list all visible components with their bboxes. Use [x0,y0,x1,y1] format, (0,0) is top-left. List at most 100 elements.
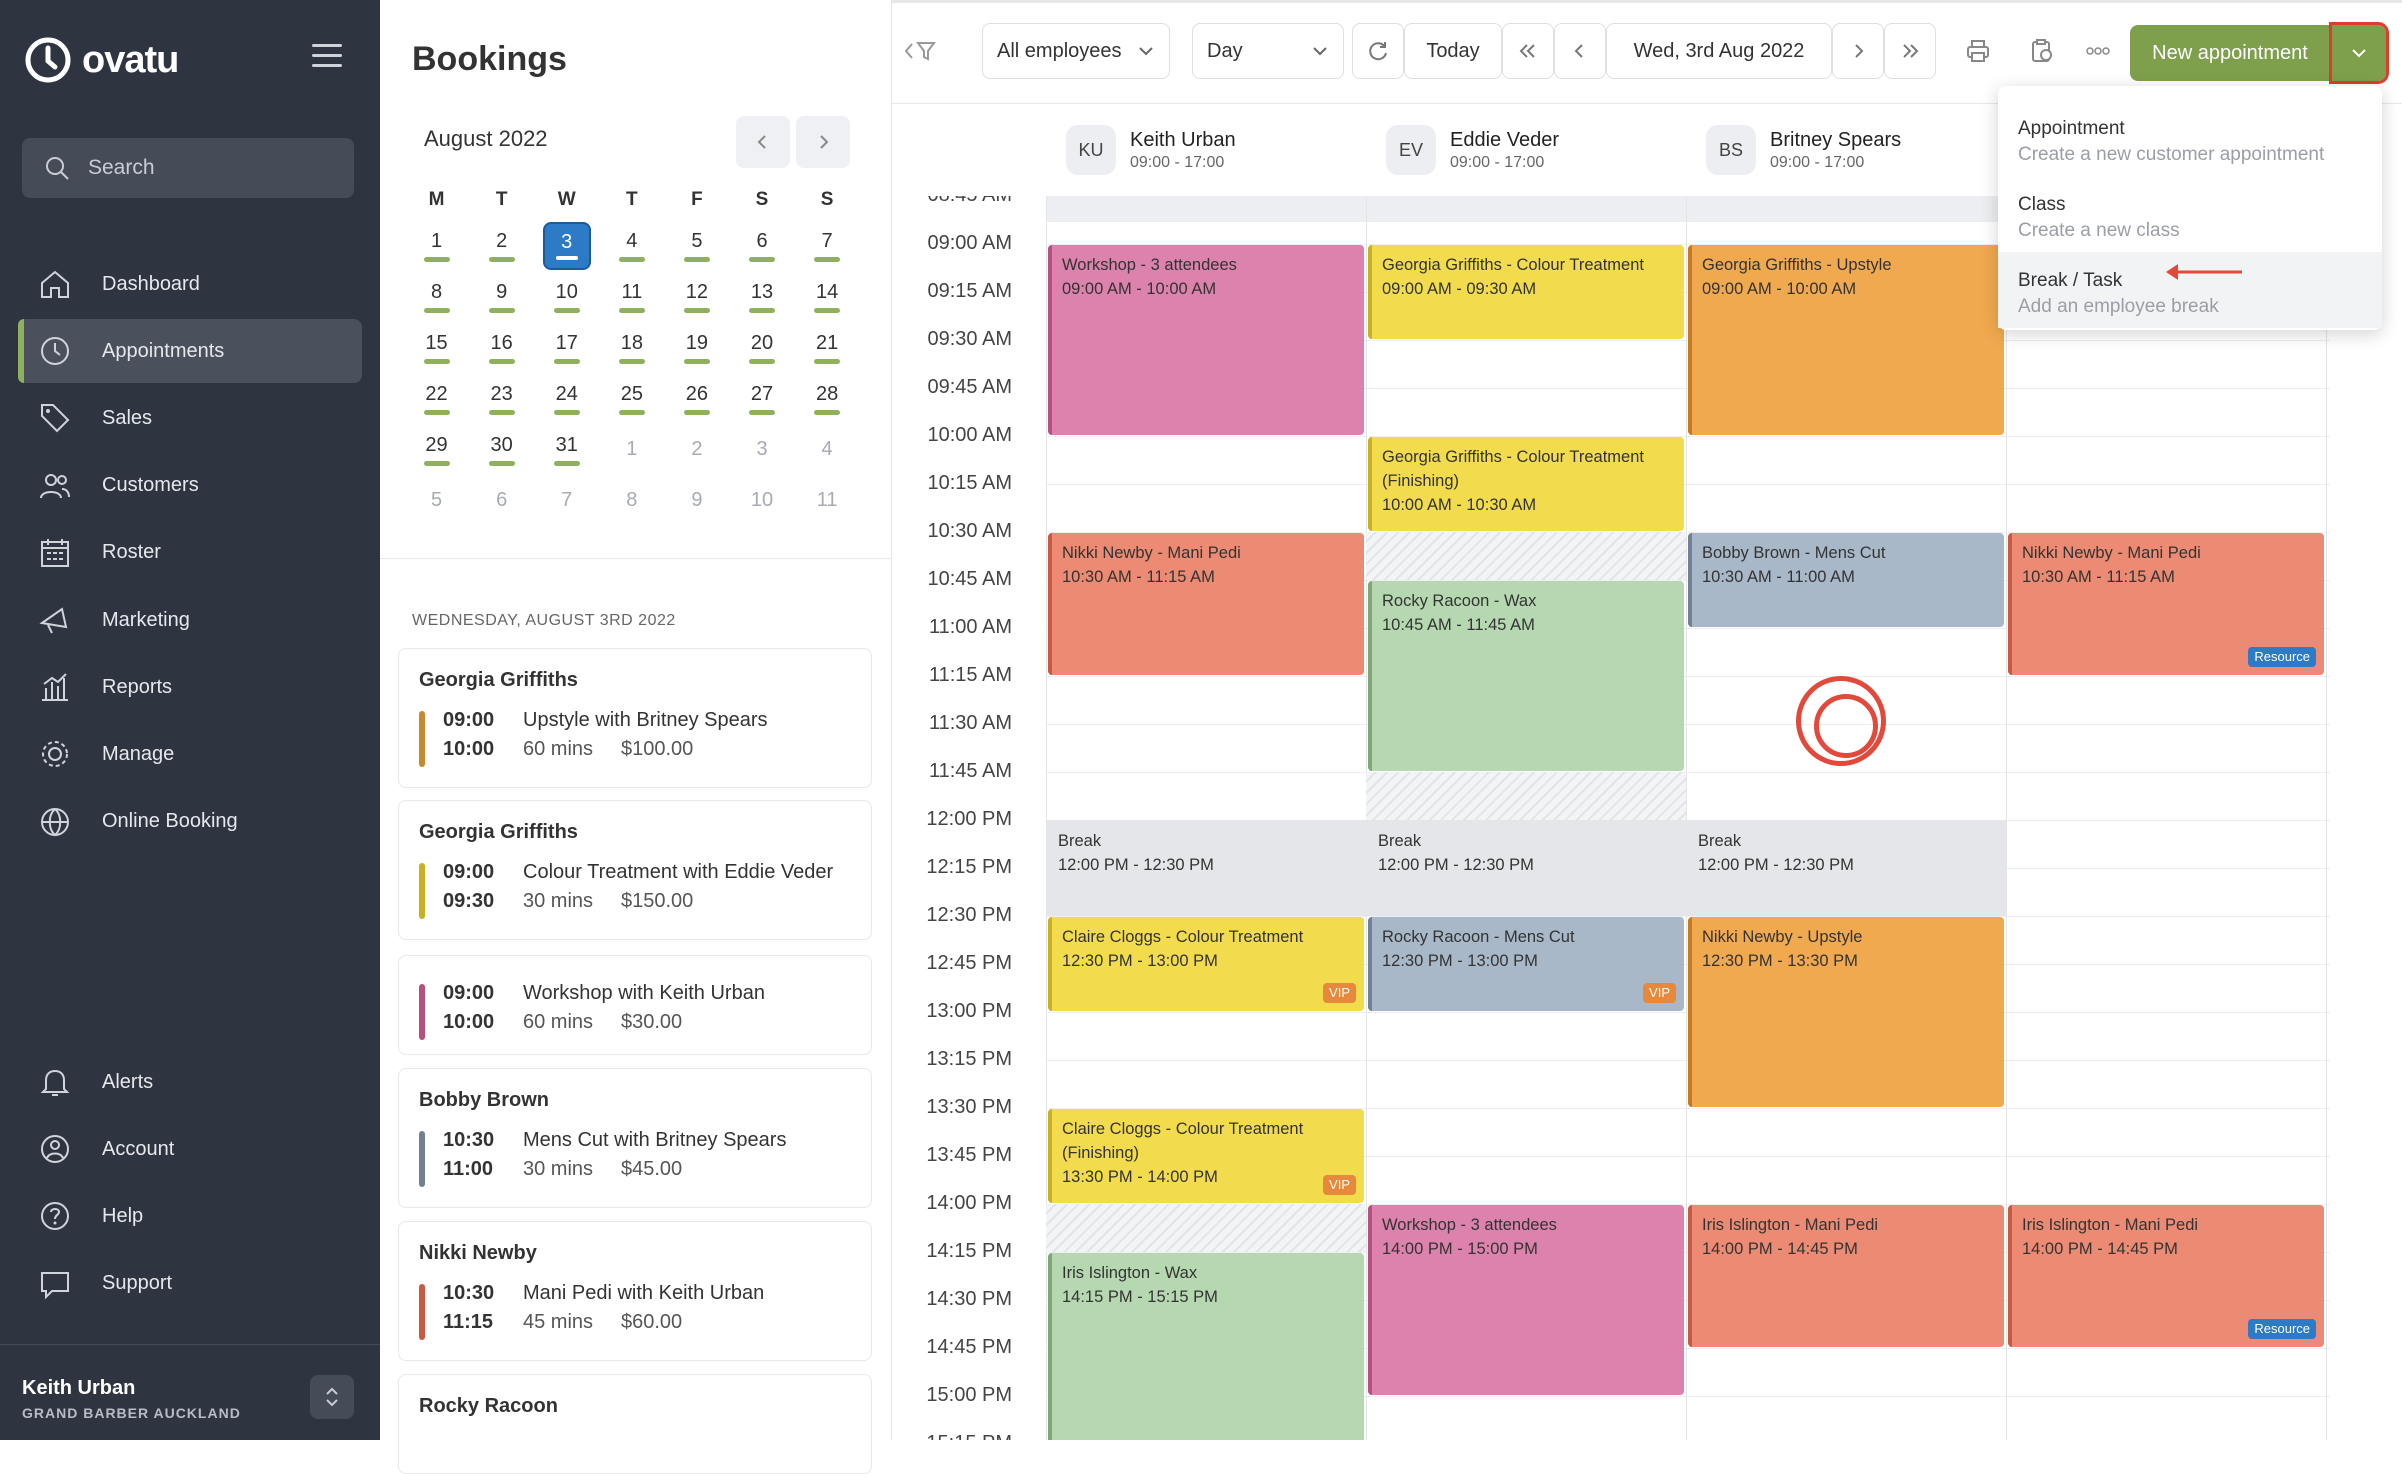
calendar-day[interactable]: 21 [795,322,860,373]
booking-card[interactable]: 09:00 10:00 Workshop with Keith Urban 60 mi… [398,955,872,1055]
break-block[interactable]: Break 12:00 PM - 12:30 PM [1048,821,1364,915]
booking-card[interactable]: Bobby Brown 10:30 11:00 Mens Cut with Britn… [398,1068,872,1208]
current-date[interactable]: Wed, 3rd Aug 2022 [1606,23,1832,79]
booking-card[interactable]: Rocky Racoon [398,1374,872,1474]
calendar-day[interactable]: 22 [404,373,469,424]
break-block[interactable]: Break 12:00 PM - 12:30 PM [1368,821,1684,915]
calendar-day[interactable]: 8 [599,475,664,526]
calendar-day[interactable]: 9 [664,475,729,526]
calendar-day[interactable]: 23 [469,373,534,424]
calendar-day[interactable]: 8 [404,271,469,322]
sidebar-item-support[interactable]: Support [18,1252,362,1316]
sidebar-item-customers[interactable]: Customers [18,454,362,518]
calendar-day[interactable]: 10 [534,271,599,322]
employee-column-header[interactable]: BS Britney Spears 09:00 - 17:00 [1686,104,2006,196]
new-appointment-button[interactable]: New appointment [2130,25,2330,81]
sidebar-item-appointments[interactable]: Appointments [18,319,362,384]
appointment-block[interactable]: Georgia Griffiths - Colour Treatment 09:0… [1368,245,1684,339]
calendar-day[interactable]: 5 [664,220,729,271]
calendar-day[interactable]: 14 [795,271,860,322]
calendar-day[interactable]: 30 [469,424,534,475]
next-month-button[interactable] [796,116,850,168]
booking-card[interactable]: Georgia Griffiths 09:00 09:30 Colour Treatm… [398,800,872,940]
appointment-block[interactable]: Georgia Griffiths - Colour Treatment (Fi… [1368,437,1684,531]
appointment-block[interactable]: Workshop - 3 attendees 14:00 PM - 15:00 P… [1368,1205,1684,1395]
calendar-day[interactable]: 26 [664,373,729,424]
calendar-day[interactable]: 11 [599,271,664,322]
appointment-block[interactable]: Georgia Griffiths - Upstyle 09:00 AM - 10… [1688,245,2004,435]
calendar-day[interactable]: 3 [729,424,794,475]
sidebar-item-help[interactable]: Help [18,1184,362,1248]
employee-select[interactable]: All employees [982,23,1170,79]
calendar-day[interactable]: 7 [795,220,860,271]
new-appointment-dropdown-toggle[interactable] [2329,22,2389,84]
calendar-day[interactable]: 29 [404,424,469,475]
calendar-day[interactable]: 2 [664,424,729,475]
next-day-button[interactable] [1832,23,1884,79]
sidebar-item-dashboard[interactable]: Dashboard [18,252,362,316]
calendar-day[interactable]: 4 [599,220,664,271]
employee-column-header[interactable]: EV Eddie Veder 09:00 - 17:00 [1366,104,1686,196]
prev-day-button[interactable] [1554,23,1606,79]
sidebar-item-account[interactable]: Account [18,1117,362,1181]
waitlist-button[interactable] [2016,23,2068,79]
logo[interactable]: ovatu [24,36,179,84]
calendar-day[interactable]: 6 [469,475,534,526]
calendar-day[interactable]: 17 [534,322,599,373]
sidebar-item-reports[interactable]: Reports [18,655,362,719]
sidebar-item-online-booking[interactable]: Online Booking [18,790,362,854]
refresh-button[interactable] [1352,23,1404,79]
next-week-button[interactable] [1884,23,1936,79]
sidebar-item-sales[interactable]: Sales [18,386,362,450]
appointment-block[interactable]: Rocky Racoon - Wax 10:45 AM - 11:45 AM [1368,581,1684,771]
calendar-day[interactable]: 1 [599,424,664,475]
calendar-day[interactable]: 12 [664,271,729,322]
calendar-day[interactable]: 31 [534,424,599,475]
appointment-block[interactable]: Claire Cloggs - Colour Treatment 12:30 PM… [1048,917,1364,1011]
more-button[interactable] [2072,23,2124,79]
appointment-block[interactable]: Bobby Brown - Mens Cut 10:30 AM - 11:00 A… [1688,533,2004,627]
calendar-day[interactable]: 24 [534,373,599,424]
calendar-day[interactable]: 19 [664,322,729,373]
booking-card[interactable]: Georgia Griffiths 09:00 10:00 Upstyle with … [398,648,872,788]
hamburger-menu-icon[interactable] [312,44,342,70]
calendar-day[interactable]: 3 [534,220,599,271]
user-box[interactable]: Keith Urban GRAND BARBER AUCKLAND [0,1344,380,1440]
appointment-block[interactable]: Claire Cloggs - Colour Treatment (Finish… [1048,1109,1364,1203]
filter-button[interactable] [900,23,942,79]
calendar-day[interactable]: 25 [599,373,664,424]
sidebar-item-manage[interactable]: Manage [18,722,362,786]
appointment-block[interactable]: Workshop - 3 attendees 09:00 AM - 10:00 A… [1048,245,1364,435]
booking-card[interactable]: Nikki Newby 10:30 11:15 Mani Pedi with Keit… [398,1221,872,1361]
calendar-day[interactable]: 11 [795,475,860,526]
calendar-day[interactable]: 9 [469,271,534,322]
calendar-day[interactable]: 6 [729,220,794,271]
today-button[interactable]: Today [1404,23,1502,79]
break-block[interactable]: Break 12:00 PM - 12:30 PM [1688,821,2004,915]
appointment-block[interactable]: Iris Islington - Mani Pedi 14:00 PM - 14:… [2008,1205,2324,1347]
calendar-day[interactable]: 1 [404,220,469,271]
sidebar-item-marketing[interactable]: Marketing [18,588,362,652]
prev-week-button[interactable] [1502,23,1554,79]
calendar-day[interactable]: 18 [599,322,664,373]
appointment-block[interactable]: Iris Islington - Wax 14:15 PM - 15:15 PM [1048,1253,1364,1440]
appointment-block[interactable]: Rocky Racoon - Mens Cut 12:30 PM - 13:00 … [1368,917,1684,1011]
user-switch-icon[interactable] [310,1375,354,1419]
calendar-day[interactable]: 4 [795,424,860,475]
calendar-day[interactable]: 27 [729,373,794,424]
calendar-day[interactable]: 10 [729,475,794,526]
calendar-day[interactable]: 13 [729,271,794,322]
menu-item-class[interactable]: Class Create a new class [1998,176,2382,252]
sidebar-item-roster[interactable]: Roster [18,521,362,585]
calendar-day[interactable]: 5 [404,475,469,526]
appointment-block[interactable]: Nikki Newby - Mani Pedi 10:30 AM - 11:15 … [2008,533,2324,675]
print-button[interactable] [1952,23,2004,79]
view-select[interactable]: Day [1192,23,1344,79]
calendar-day[interactable]: 2 [469,220,534,271]
employee-column-header[interactable]: KU Keith Urban 09:00 - 17:00 [1046,104,1366,196]
calendar-day[interactable]: 28 [795,373,860,424]
appointment-block[interactable]: Nikki Newby - Mani Pedi 10:30 AM - 11:15 … [1048,533,1364,675]
appointment-block[interactable]: Iris Islington - Mani Pedi 14:00 PM - 14:… [1688,1205,2004,1347]
sidebar-item-alerts[interactable]: Alerts [18,1050,362,1114]
calendar-day[interactable]: 16 [469,322,534,373]
